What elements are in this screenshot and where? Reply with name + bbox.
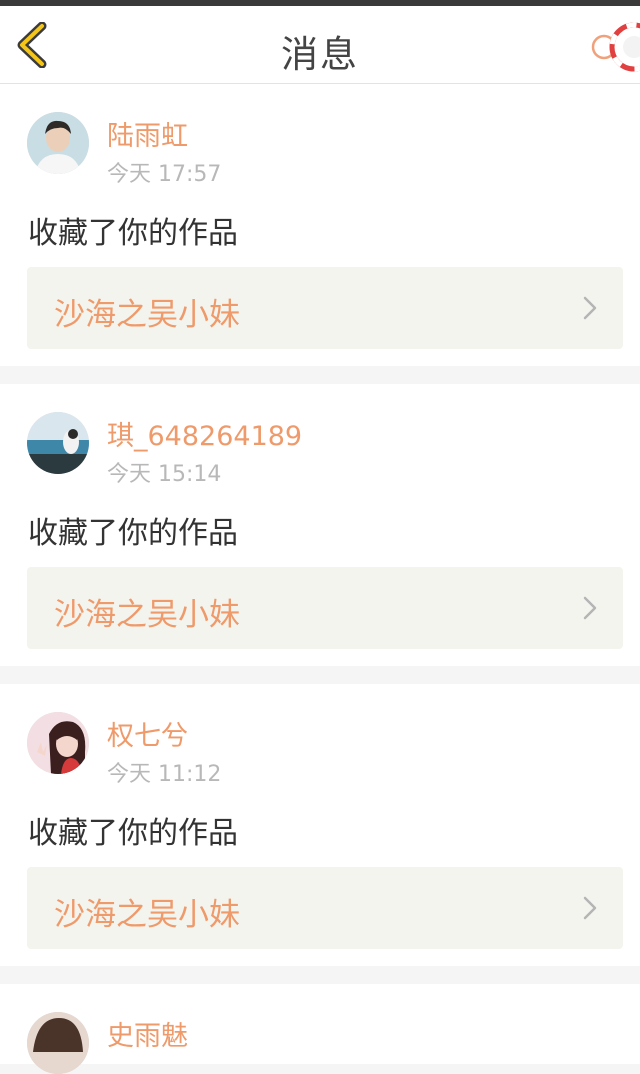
message-text: 收藏了你的作品 [28, 816, 238, 851]
user-name[interactable]: 陆雨虹 [107, 114, 188, 153]
avatar[interactable] [27, 112, 89, 174]
help-button[interactable] [590, 20, 640, 72]
work-title: 沙海之吴小妹 [54, 297, 240, 333]
work-link[interactable]: 沙海之吴小妹 [27, 567, 623, 649]
chevron-right-icon [583, 596, 597, 620]
message-time: 今天 15:14 [107, 462, 222, 487]
user-name[interactable]: 权七兮 [107, 714, 188, 753]
avatar[interactable] [27, 412, 89, 474]
message-list: 陆雨虹 今天 17:57 收藏了你的作品 沙海之吴小妹 琪_648264189 … [0, 84, 640, 1074]
user-name[interactable]: 史雨魅 [107, 1014, 188, 1053]
work-title: 沙海之吴小妹 [54, 897, 240, 933]
lifebuoy-icon [591, 22, 640, 72]
message-time: 今天 11:12 [107, 762, 222, 787]
page-title: 消息 [281, 33, 359, 76]
message-card: 陆雨虹 今天 17:57 收藏了你的作品 沙海之吴小妹 [0, 84, 640, 366]
message-text: 收藏了你的作品 [28, 516, 238, 551]
work-title: 沙海之吴小妹 [54, 597, 240, 633]
user-name[interactable]: 琪_648264189 [107, 414, 302, 453]
message-card: 史雨魅 [0, 984, 640, 1074]
chevron-right-icon [583, 296, 597, 320]
avatar[interactable] [27, 1012, 89, 1074]
message-time: 今天 17:57 [107, 162, 222, 187]
avatar[interactable] [27, 712, 89, 774]
message-card: 权七兮 今天 11:12 收藏了你的作品 沙海之吴小妹 [0, 684, 640, 966]
app-header: 消息 [0, 6, 640, 84]
message-text: 收藏了你的作品 [28, 216, 238, 251]
chevron-right-icon [583, 896, 597, 920]
work-link[interactable]: 沙海之吴小妹 [27, 867, 623, 949]
message-card: 琪_648264189 今天 15:14 收藏了你的作品 沙海之吴小妹 [0, 384, 640, 666]
work-link[interactable]: 沙海之吴小妹 [27, 267, 623, 349]
